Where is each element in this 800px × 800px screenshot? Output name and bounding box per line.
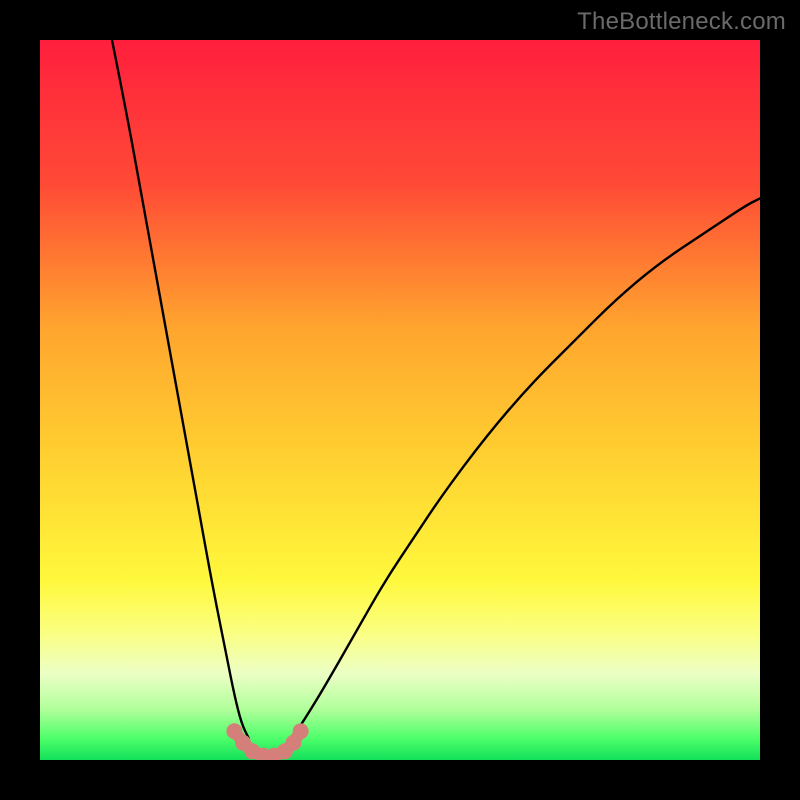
plot-area (40, 40, 760, 760)
chart-frame: TheBottleneck.com (0, 0, 800, 800)
marker-dot (293, 723, 309, 739)
gradient-background (40, 40, 760, 760)
watermark-text: TheBottleneck.com (577, 8, 786, 36)
plot-svg (40, 40, 760, 760)
